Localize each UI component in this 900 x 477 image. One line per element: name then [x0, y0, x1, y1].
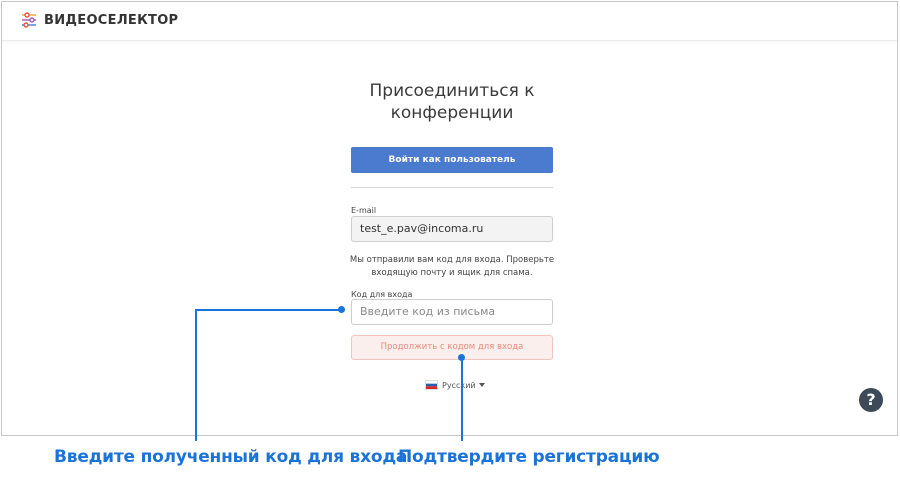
callout-line-code-v: [195, 309, 197, 441]
callout-confirm: Подтвердите регистрацию: [398, 447, 660, 467]
code-input[interactable]: Введите код из письма: [351, 299, 553, 325]
page-title: Присоединиться к конференции: [369, 81, 535, 123]
app-window: ВИДЕОСЕЛЕКТОР Присоединиться к конференц…: [1, 1, 898, 436]
help-button[interactable]: ?: [859, 388, 883, 412]
russia-flag-icon: [425, 380, 438, 390]
sliders-logo-icon: [22, 12, 36, 28]
brand-logo[interactable]: ВИДЕОСЕЛЕКТОР: [20, 11, 178, 29]
email-field[interactable]: test_e.pav@incoma.ru: [351, 216, 553, 242]
chevron-down-icon: [478, 383, 485, 387]
callout-enter-code: Введите полученный код для входа: [54, 447, 408, 467]
language-selector[interactable]: Русский: [425, 380, 485, 390]
email-label: E-mail: [351, 206, 377, 215]
login-as-user-button[interactable]: Войти как пользователь: [351, 147, 553, 173]
help-circle-icon: ?: [866, 390, 876, 409]
language-label: Русский: [442, 380, 476, 390]
continue-with-code-button[interactable]: Продолжить с кодом для входа: [351, 335, 553, 360]
callout-line-confirm-v: [461, 357, 463, 441]
divider: [351, 187, 553, 188]
top-bar: ВИДЕОСЕЛЕКТОР: [2, 2, 897, 41]
callout-line-code-h: [195, 309, 341, 311]
code-sent-note: Мы отправили вам код для входа. Проверьт…: [349, 255, 555, 278]
code-label: Код для входа: [351, 290, 413, 299]
brand-name: ВИДЕОСЕЛЕКТОР: [44, 12, 179, 28]
